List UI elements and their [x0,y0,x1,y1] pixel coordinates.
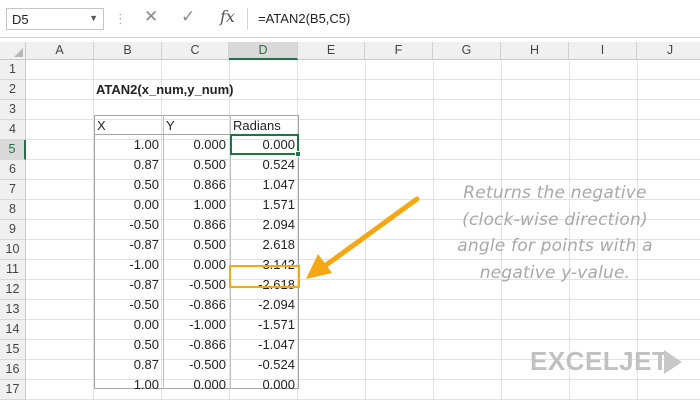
column-header[interactable]: A [26,42,94,60]
cell-x[interactable]: -0.87 [94,235,163,255]
header-y[interactable]: Y [163,116,230,136]
cell-radians[interactable]: -0.524 [230,355,299,375]
row-header[interactable]: 1 [0,60,26,80]
cell-x[interactable]: 1.00 [94,375,163,395]
cell-radians[interactable]: 0.000 [230,375,299,395]
annotation-line: negative y-value. [479,262,631,283]
column-header[interactable]: B [94,42,162,60]
annotation-note: Returns the negative (clock-wise directi… [420,180,690,286]
cell-x[interactable]: 0.00 [94,315,163,335]
cell-x[interactable]: 0.50 [94,175,163,195]
cell-x[interactable]: 0.87 [94,355,163,375]
column-header[interactable]: E [298,42,365,60]
cell-y[interactable]: -0.866 [163,295,230,315]
cell-y[interactable]: -0.500 [163,355,230,375]
insert-function-icon[interactable]: fx [220,7,235,26]
cell-x[interactable]: 1.00 [94,135,163,155]
column-header[interactable]: J [637,42,700,60]
row-header[interactable]: 10 [0,240,26,260]
formula-text: =ATAN2(B5,C5) [258,11,351,26]
active-cell-selection[interactable] [230,134,301,157]
cell-x[interactable]: -0.50 [94,295,163,315]
row-header[interactable]: 6 [0,160,26,180]
cell-x[interactable]: 0.87 [94,155,163,175]
annotation-line: Returns the negative [463,183,647,203]
row-header[interactable]: 14 [0,320,26,340]
header-x[interactable]: X [94,116,163,136]
row-header[interactable]: 7 [0,180,26,200]
cell-y[interactable]: 1.000 [163,195,230,215]
cell-radians[interactable]: -1.047 [230,335,299,355]
cell-y[interactable]: 0.500 [163,155,230,175]
cell-radians[interactable]: 1.047 [230,175,299,195]
row-header[interactable]: 2 [0,80,26,100]
cell-y[interactable]: 0.500 [163,235,230,255]
fill-handle[interactable] [295,151,301,157]
select-all-button[interactable] [0,42,26,60]
annotation-line: (clock-wise direction) [462,209,648,230]
row-header[interactable]: 5 [0,140,26,160]
name-box-value: D5 [12,12,29,27]
formula-bar: D5 ▼ ⋮ ✕ ✓ fx =ATAN2(B5,C5) [0,0,700,38]
formula-input[interactable]: =ATAN2(B5,C5) [247,8,700,30]
cell-y[interactable]: 0.000 [163,375,230,395]
row-header[interactable]: 4 [0,120,26,140]
cell-radians[interactable]: 2.094 [230,215,299,235]
cell-y[interactable]: 0.000 [163,255,230,275]
cell-y[interactable]: -1.000 [163,315,230,335]
cell-y[interactable]: -0.866 [163,335,230,355]
cell-y[interactable]: 0.866 [163,175,230,195]
sheet-title: ATAN2(x_num,y_num) [96,82,234,97]
enter-icon[interactable]: ✓ [181,7,195,27]
column-header[interactable]: D [229,42,298,60]
row-header[interactable]: 3 [0,100,26,120]
cell-x[interactable]: -0.50 [94,215,163,235]
row-header[interactable]: 15 [0,340,26,360]
cell-y[interactable]: -0.500 [163,275,230,295]
cell-radians[interactable]: -2.094 [230,295,299,315]
cell-radians[interactable]: 0.524 [230,155,299,175]
cell-radians[interactable]: 1.571 [230,195,299,215]
highlight-box [229,265,300,288]
name-box[interactable]: D5 ▼ [6,8,104,30]
header-radians[interactable]: Radians [230,116,299,136]
row-header[interactable]: 8 [0,200,26,220]
column-header[interactable]: I [569,42,637,60]
cell-y[interactable]: 0.000 [163,135,230,155]
cell-x[interactable]: 0.50 [94,335,163,355]
row-header[interactable]: 13 [0,300,26,320]
column-header[interactable]: F [365,42,433,60]
drag-handle-icon[interactable]: ⋮ [114,11,127,27]
select-all-icon [14,48,23,57]
chevron-down-icon[interactable]: ▼ [89,13,98,23]
cell-y[interactable]: 0.866 [163,215,230,235]
row-header[interactable]: 16 [0,360,26,380]
exceljet-logo: EXCELJET [530,346,669,376]
cell-x[interactable]: -1.00 [94,255,163,275]
cell-x[interactable]: -0.87 [94,275,163,295]
cell-radians[interactable]: -1.571 [230,315,299,335]
column-header[interactable]: H [501,42,569,60]
column-header[interactable]: G [433,42,501,60]
row-header[interactable]: 9 [0,220,26,240]
row-header[interactable]: 17 [0,380,26,400]
logo-mark-icon [664,350,682,374]
column-header[interactable]: C [162,42,229,60]
cancel-icon[interactable]: ✕ [144,7,158,27]
row-header[interactable]: 11 [0,260,26,280]
cell-x[interactable]: 0.00 [94,195,163,215]
annotation-line: angle for points with a [457,236,653,256]
cell-radians[interactable]: 2.618 [230,235,299,255]
row-header[interactable]: 12 [0,280,26,300]
